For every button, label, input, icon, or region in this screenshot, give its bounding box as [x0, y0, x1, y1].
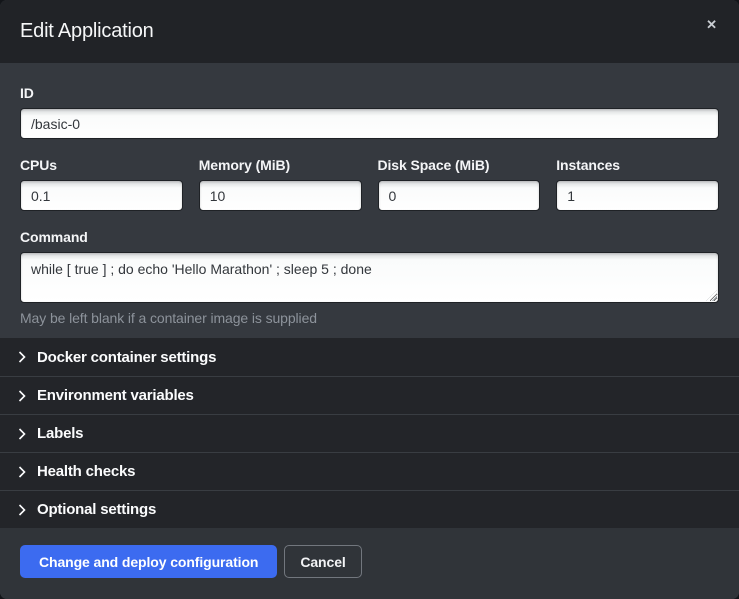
command-textarea[interactable]: while [ true ] ; do echo 'Hello Marathon… [20, 252, 719, 303]
chevron-right-icon [18, 466, 26, 478]
instances-field-group: Instances [556, 157, 719, 211]
chevron-right-icon [18, 428, 26, 440]
cancel-button[interactable]: Cancel [284, 545, 361, 578]
resources-row: CPUs Memory (MiB) Disk Space (MiB) Insta… [20, 157, 719, 211]
section-label: Labels [37, 425, 83, 442]
memory-label: Memory (MiB) [199, 157, 362, 173]
modal-header: Edit Application ✕ [0, 0, 739, 63]
section-label: Docker container settings [37, 349, 216, 366]
section-health-checks[interactable]: Health checks [0, 452, 739, 490]
chevron-right-icon [18, 351, 26, 363]
instances-label: Instances [556, 157, 719, 173]
page-title: Edit Application [20, 20, 700, 43]
close-icon[interactable]: ✕ [700, 14, 723, 35]
command-help-text: May be left blank if a container image i… [20, 310, 719, 326]
cpus-field-group: CPUs [20, 157, 183, 211]
id-input[interactable] [20, 108, 719, 139]
section-label: Environment variables [37, 387, 194, 404]
accordion-sections: Docker container settings Environment va… [0, 338, 739, 528]
application-form: ID CPUs Memory (MiB) Disk Space (MiB) In… [0, 63, 739, 338]
edit-application-modal: Edit Application ✕ ID CPUs Memory (MiB) … [0, 0, 739, 599]
section-label: Health checks [37, 463, 135, 480]
cpus-label: CPUs [20, 157, 183, 173]
command-label: Command [20, 229, 719, 245]
memory-input[interactable] [199, 180, 362, 211]
instances-input[interactable] [556, 180, 719, 211]
disk-input[interactable] [378, 180, 541, 211]
chevron-right-icon [18, 390, 26, 402]
section-docker-container-settings[interactable]: Docker container settings [0, 338, 739, 376]
modal-footer: Change and deploy configuration Cancel [0, 528, 739, 599]
section-environment-variables[interactable]: Environment variables [0, 376, 739, 414]
disk-label: Disk Space (MiB) [378, 157, 541, 173]
cpus-input[interactable] [20, 180, 183, 211]
section-labels[interactable]: Labels [0, 414, 739, 452]
id-label: ID [20, 85, 719, 101]
section-label: Optional settings [37, 501, 156, 518]
disk-field-group: Disk Space (MiB) [378, 157, 541, 211]
change-and-deploy-button[interactable]: Change and deploy configuration [20, 545, 277, 578]
chevron-right-icon [18, 504, 26, 516]
id-field-group: ID [20, 85, 719, 139]
command-field-group: Command while [ true ] ; do echo 'Hello … [20, 229, 719, 326]
memory-field-group: Memory (MiB) [199, 157, 362, 211]
section-optional-settings[interactable]: Optional settings [0, 490, 739, 528]
